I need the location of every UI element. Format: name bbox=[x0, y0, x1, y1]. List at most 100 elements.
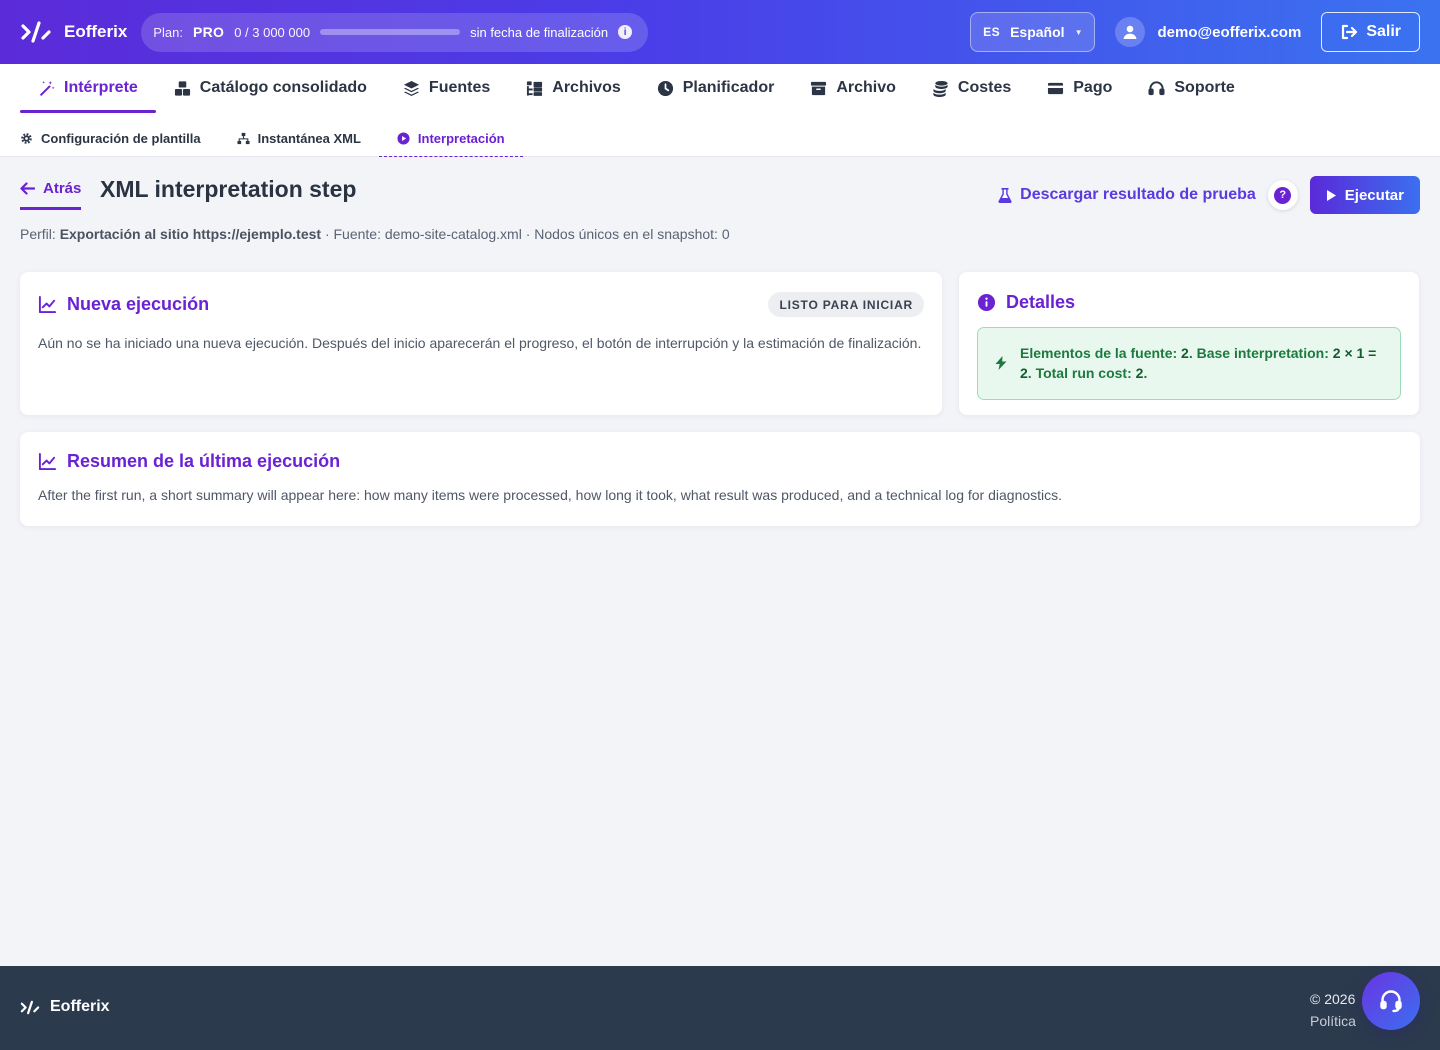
archive-icon bbox=[811, 81, 827, 95]
plan-label: Plan: bbox=[153, 24, 183, 40]
clock-icon bbox=[657, 80, 673, 96]
back-label: Atrás bbox=[43, 180, 82, 197]
subtab-instantanea-xml[interactable]: Instantánea XML bbox=[219, 120, 379, 157]
last-run-description: After the first run, a short summary wil… bbox=[38, 487, 1063, 503]
tab-label: Archivo bbox=[836, 79, 896, 96]
base-interpretation-label: . Base interpretation: bbox=[1188, 345, 1333, 361]
chart-line-icon bbox=[38, 295, 57, 314]
logout-label: Salir bbox=[1366, 23, 1401, 40]
chart-line-icon bbox=[38, 452, 57, 471]
boxes-icon bbox=[174, 80, 190, 96]
run-button[interactable]: Ejecutar bbox=[1309, 176, 1420, 214]
question-circle-icon: ? bbox=[1274, 186, 1292, 204]
profile-label: Perfil: bbox=[20, 226, 56, 242]
new-run-card: Nueva ejecución LISTO PARA INICIAR Aún n… bbox=[20, 272, 942, 415]
tab-planificador[interactable]: Planificador bbox=[639, 64, 793, 112]
page-title: XML interpretation step bbox=[100, 176, 357, 202]
cost-summary-text: Elementos de la fuente: 2. Base interpre… bbox=[1020, 343, 1382, 383]
tab-label: Intérprete bbox=[64, 79, 138, 96]
magic-wand-icon bbox=[39, 80, 55, 96]
user-menu[interactable]: demo@eofferix.com bbox=[1115, 17, 1301, 47]
folder-tree-icon bbox=[527, 80, 543, 96]
top-header: Eofferix Plan: PRO 0 / 3 000 000 sin fec… bbox=[0, 0, 1440, 64]
user-avatar-icon bbox=[1115, 17, 1146, 47]
tab-soporte[interactable]: Soporte bbox=[1130, 64, 1252, 112]
headset-icon bbox=[1148, 80, 1165, 95]
copyright: © 2026 bbox=[1310, 991, 1356, 1007]
language-name: Español bbox=[1010, 24, 1065, 40]
chevron-down-icon: ▼ bbox=[1074, 27, 1083, 37]
page-actions: Descargar resultado de prueba ? Ejecutar bbox=[998, 176, 1420, 214]
subtab-interpretacion[interactable]: Interpretación bbox=[378, 120, 523, 157]
plan-expiry: sin fecha de finalización bbox=[470, 24, 609, 40]
download-label: Descargar resultado de prueba bbox=[1020, 186, 1256, 203]
details-card: Detalles Elementos de la fuente: 2. Base… bbox=[959, 272, 1419, 415]
last-run-heading: Resumen de la última ejecución bbox=[38, 451, 1402, 472]
info-icon[interactable]: i bbox=[618, 25, 633, 39]
tab-costes[interactable]: Costes bbox=[914, 64, 1029, 112]
eofferix-logo-icon bbox=[20, 1000, 40, 1014]
flask-icon bbox=[998, 187, 1012, 203]
language-selector[interactable]: ES Español ▼ bbox=[970, 12, 1096, 52]
source-elements-value: 2 bbox=[1181, 345, 1189, 361]
tab-archivos[interactable]: Archivos bbox=[508, 64, 638, 112]
plan-usage: 0 / 3 000 000 bbox=[234, 24, 311, 40]
play-icon bbox=[1326, 189, 1336, 201]
plan-tier: PRO bbox=[192, 24, 225, 40]
help-button[interactable]: ? bbox=[1267, 180, 1298, 210]
info-circle-icon bbox=[977, 293, 996, 312]
gear-icon bbox=[21, 133, 32, 144]
brand-name: Eofferix bbox=[64, 22, 128, 41]
tab-fuentes[interactable]: Fuentes bbox=[385, 64, 508, 112]
new-run-description: Aún no se ha iniciado una nueva ejecució… bbox=[38, 335, 922, 351]
coins-icon bbox=[933, 80, 948, 97]
subtab-label: Instantánea XML bbox=[257, 131, 361, 146]
logout-button[interactable]: Salir bbox=[1321, 12, 1420, 52]
profile-value: Exportación al sitio https://ejemplo.tes… bbox=[59, 226, 322, 242]
user-email: demo@eofferix.com bbox=[1157, 23, 1302, 41]
subtab-label: Configuración de plantilla bbox=[41, 131, 201, 146]
tab-label: Catálogo consolidado bbox=[199, 79, 367, 96]
source-info: · Fuente: demo-site-catalog.xml · Nodos … bbox=[324, 226, 730, 242]
tab-catalogo-consolidado[interactable]: Catálogo consolidado bbox=[156, 64, 385, 112]
new-run-title: Nueva ejecución bbox=[67, 294, 210, 314]
support-chat-button[interactable] bbox=[1362, 972, 1420, 1030]
run-label: Ejecutar bbox=[1344, 186, 1404, 204]
subtab-configuracion-plantilla[interactable]: Configuración de plantilla bbox=[20, 120, 219, 157]
tab-label: Pago bbox=[1073, 79, 1113, 96]
cost-summary-alert: Elementos de la fuente: 2. Base interpre… bbox=[977, 327, 1401, 400]
back-link[interactable]: Atrás bbox=[20, 180, 82, 210]
eofferix-logo-icon bbox=[21, 21, 51, 43]
tab-label: Costes bbox=[957, 79, 1012, 96]
footer-brand[interactable]: Eofferix bbox=[20, 998, 110, 1016]
last-run-card: Resumen de la última ejecución After the… bbox=[20, 432, 1420, 526]
brand[interactable]: Eofferix bbox=[20, 20, 127, 44]
tab-label: Fuentes bbox=[428, 79, 491, 96]
plan-usage-bar bbox=[320, 29, 461, 35]
details-heading: Detalles bbox=[977, 292, 1401, 313]
language-code: ES bbox=[983, 25, 1001, 39]
tab-archivo[interactable]: Archivo bbox=[792, 64, 914, 112]
main-navigation: Intérprete Catálogo consolidado Fuentes … bbox=[0, 64, 1440, 157]
details-title: Detalles bbox=[1006, 292, 1076, 312]
sign-out-icon bbox=[1342, 24, 1358, 40]
download-test-result-link[interactable]: Descargar resultado de prueba bbox=[998, 186, 1256, 204]
arrow-left-icon bbox=[20, 182, 35, 195]
bolt-icon bbox=[995, 356, 1007, 370]
sitemap-icon bbox=[237, 132, 250, 145]
primary-tabs: Intérprete Catálogo consolidado Fuentes … bbox=[20, 64, 1253, 113]
tab-interprete[interactable]: Intérprete bbox=[20, 64, 156, 113]
status-badge: LISTO PARA INICIAR bbox=[768, 292, 924, 317]
last-run-title: Resumen de la última ejecución bbox=[67, 451, 341, 471]
play-circle-icon bbox=[397, 131, 410, 145]
tab-label: Archivos bbox=[552, 79, 621, 96]
headset-icon bbox=[1380, 990, 1402, 1013]
source-elements-label: Elementos de la fuente: bbox=[1020, 345, 1182, 361]
secondary-tabs: Configuración de plantilla Instantánea X… bbox=[20, 120, 523, 157]
policy-link[interactable]: Política bbox=[1310, 1010, 1356, 1032]
footer: Eofferix © 2026 Política bbox=[0, 966, 1440, 1050]
plan-widget: Plan: PRO 0 / 3 000 000 sin fecha de fin… bbox=[141, 12, 649, 52]
tab-label: Soporte bbox=[1174, 79, 1235, 96]
tab-pago[interactable]: Pago bbox=[1029, 64, 1130, 112]
page-meta: Perfil: Exportación al sitio https://eje… bbox=[20, 226, 730, 242]
